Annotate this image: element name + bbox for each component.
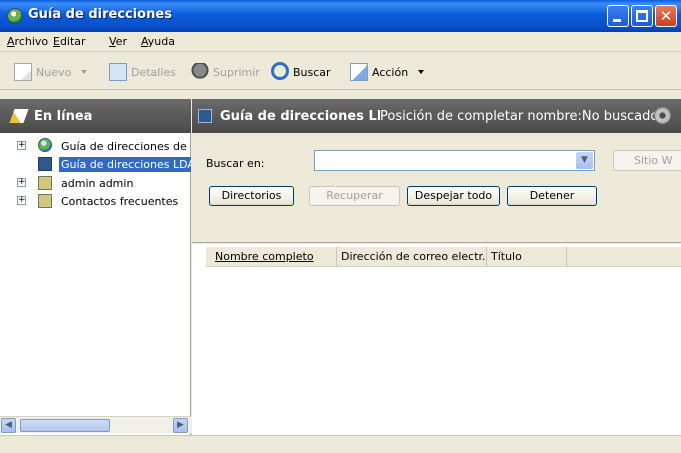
tree-item-frequent-contacts[interactable]: + Contactos frecuentes (0, 192, 191, 210)
window-title: Guía de direcciones (28, 7, 172, 22)
minimize-icon (613, 19, 621, 22)
close-icon: ✕ (659, 7, 673, 25)
trash-icon (191, 63, 209, 81)
expand-icon[interactable]: + (17, 196, 26, 205)
column-title[interactable]: Título (487, 247, 567, 267)
clear-all-button[interactable]: Despejar todo (407, 186, 500, 206)
chevron-down-icon[interactable]: ▼ (576, 152, 593, 169)
left-pane-header: En línea (0, 99, 191, 133)
directory-title: Guía de direcciones LDA (220, 109, 380, 124)
ldap-directory-icon (198, 109, 212, 123)
details-button[interactable]: Detalles (109, 61, 176, 83)
ldap-directory-icon (38, 157, 52, 171)
column-email[interactable]: Dirección de correo electr... (337, 247, 487, 267)
new-card-icon (14, 63, 32, 81)
search-button[interactable]: Buscar (271, 61, 331, 83)
maximize-button[interactable] (631, 5, 653, 27)
directory-tree-pane: En línea + Guía de direcciones de Gi Guí… (0, 99, 191, 435)
name-completion-status: Posición de completar nombre:No buscado (380, 109, 659, 124)
menu-ayuda[interactable]: Ayuda (141, 35, 175, 48)
stop-button[interactable]: Detener (507, 186, 597, 206)
action-icon (350, 63, 368, 81)
column-full-name[interactable]: Nombre completo (206, 247, 337, 267)
details-icon (109, 63, 127, 81)
address-book-app-icon[interactable] (7, 8, 23, 24)
toolbar: Nuevo Detalles Suprimir Buscar Acción (0, 52, 681, 90)
menu-ver[interactable]: Ver (109, 35, 127, 48)
scroll-left-icon[interactable]: ◀ (1, 418, 16, 433)
scroll-right-icon[interactable]: ▶ (173, 418, 188, 433)
address-book-icon (38, 176, 52, 190)
results-list[interactable]: Nombre completo Dirección de correo elec… (192, 244, 681, 435)
menu-bar: Archivo Editar Ver Ayuda (0, 32, 681, 52)
horizontal-scrollbar[interactable]: ◀ ▶ (0, 416, 191, 433)
chevron-down-icon[interactable] (81, 70, 88, 74)
close-button[interactable]: ✕ (655, 5, 677, 27)
directories-button[interactable]: Directorios (209, 186, 294, 206)
delete-button[interactable]: Suprimir (191, 61, 260, 83)
tree-item-global-directory[interactable]: + Guía de direcciones de Gi (0, 137, 191, 155)
busy-indicator-icon (654, 107, 671, 124)
menu-editar[interactable]: Editar (53, 35, 86, 48)
search-in-label: Buscar en: (206, 157, 265, 170)
maximize-icon (636, 10, 648, 22)
chevron-down-icon[interactable] (418, 70, 425, 74)
title-bar[interactable]: Guía de direcciones ✕ (0, 0, 681, 32)
recover-button[interactable]: Recuperar (309, 186, 400, 206)
column-header-row: Nombre completo Dirección de correo elec… (206, 247, 681, 267)
expand-icon[interactable]: + (17, 141, 26, 150)
menu-archivo[interactable]: Archivo (7, 35, 48, 48)
expand-icon[interactable]: + (17, 178, 26, 187)
search-icon (271, 62, 289, 80)
address-book-icon (38, 194, 52, 208)
status-bar (0, 435, 681, 453)
right-pane-header: Guía de direcciones LDA Posición de comp… (192, 99, 681, 133)
globe-icon (38, 138, 52, 152)
scroll-thumb[interactable] (20, 419, 110, 432)
tree-item-ldap-directory[interactable]: Guía de direcciones LDAF (0, 155, 191, 173)
search-panel: Buscar en: ▼ Sitio W Directorios Recuper… (192, 133, 681, 243)
action-button[interactable]: Acción (350, 61, 425, 83)
search-in-combobox[interactable]: ▼ (314, 150, 595, 171)
online-icon (9, 109, 29, 123)
minimize-button[interactable] (607, 5, 629, 27)
new-button[interactable]: Nuevo (14, 61, 88, 83)
tree-item-admin[interactable]: + admin admin (0, 174, 191, 192)
website-button[interactable]: Sitio W (613, 150, 681, 171)
